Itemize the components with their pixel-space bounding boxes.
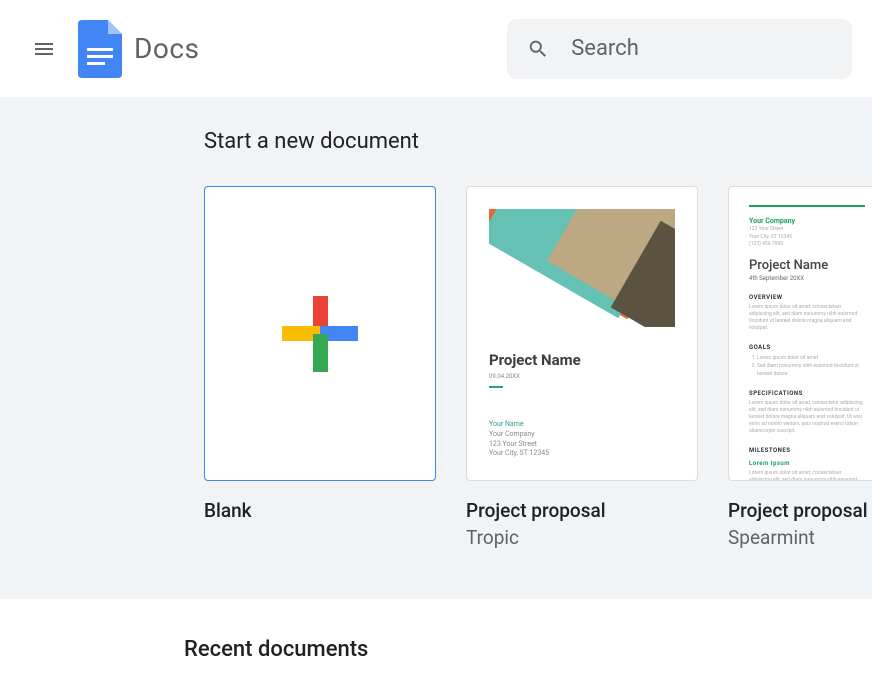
template-spearmint-thumb: Your Company 123 Your Street Your City, … [728,186,872,481]
template-title: Project proposal [728,499,872,522]
template-blank-thumb [204,186,436,481]
plus-icon [282,296,358,372]
template-tropic[interactable]: Project Name 09.04.20XX Your Name Your C… [466,186,698,549]
search-icon [527,36,549,62]
template-spearmint[interactable]: Your Company 123 Your Street Your City, … [728,186,872,549]
app-title: Docs [134,32,199,65]
docs-logo[interactable]: Docs [78,20,199,78]
search-input[interactable] [571,36,832,61]
header: Docs [0,0,872,97]
templates-row: Blank Project Name 09.04.20XX Your Name [204,186,872,549]
template-section: Start a new document Blank [0,97,872,599]
template-tropic-thumb: Project Name 09.04.20XX Your Name Your C… [466,186,698,481]
preview-date: 09.04.20XX [489,373,675,380]
template-subtitle: Spearmint [728,526,872,549]
start-new-document-label: Start a new document [204,129,872,154]
template-blank[interactable]: Blank [204,186,436,549]
main-menu-button[interactable] [20,25,68,73]
template-subtitle: Tropic [466,526,698,549]
hamburger-icon [32,37,56,61]
preview-title: Project Name [489,351,675,369]
recent-documents-label: Recent documents [184,637,872,662]
template-title: Project proposal [466,499,698,522]
docs-file-icon [78,20,122,78]
search-box[interactable] [507,19,852,79]
template-title: Blank [204,499,436,522]
recent-section: Recent documents [0,599,872,662]
